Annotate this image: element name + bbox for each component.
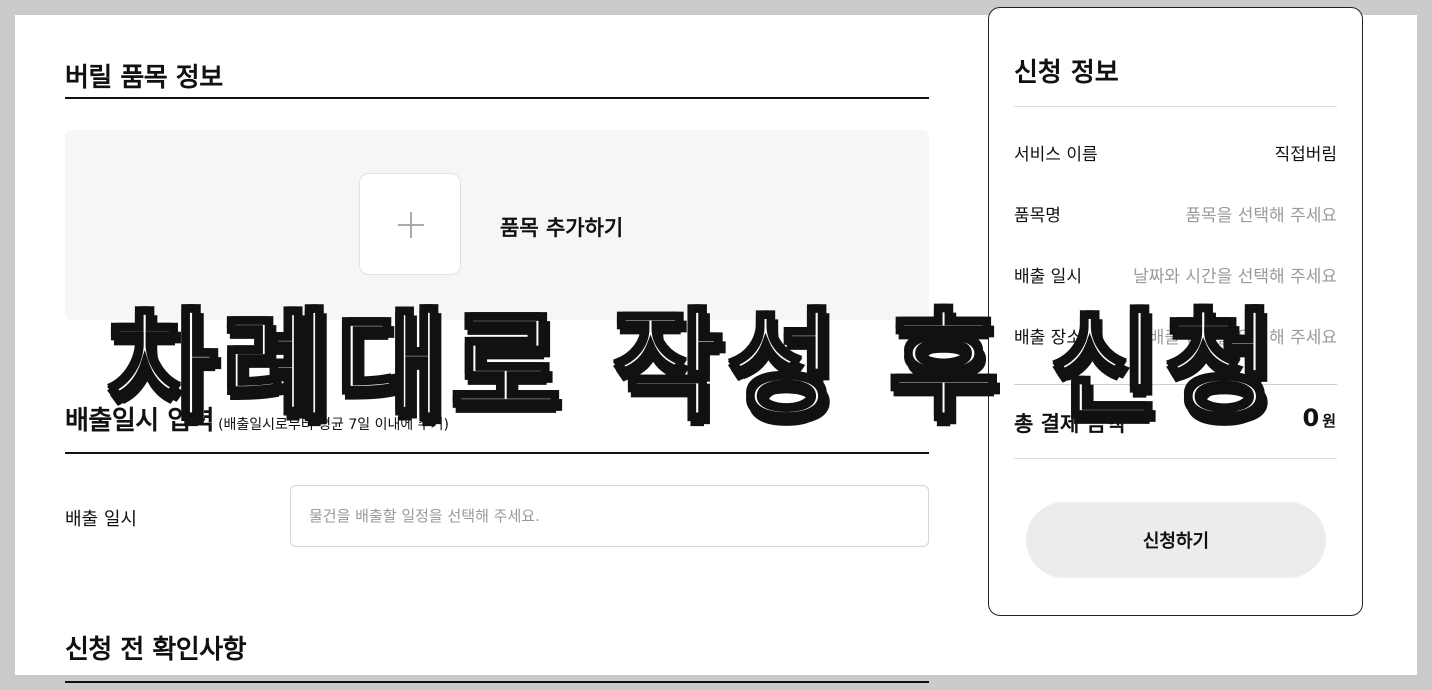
schedule-date-input[interactable]: 물건을 배출할 일정을 선택해 주세요.	[290, 485, 929, 547]
add-item-button[interactable]	[359, 173, 461, 275]
summary-row-label: 품목명	[1014, 206, 1061, 226]
panel-divider	[1014, 106, 1337, 107]
total-value: 0	[1302, 404, 1320, 432]
section-divider	[65, 97, 929, 99]
panel-divider	[1014, 458, 1337, 459]
summary-row-value: 직접버림	[1274, 145, 1337, 165]
items-section-title: 버릴 품목 정보	[65, 63, 223, 93]
confirm-section-title: 신청 전 확인사항	[65, 635, 247, 665]
total-unit: 원	[1322, 412, 1336, 430]
summary-row-label: 서비스 이름	[1014, 145, 1098, 165]
schedule-field-label: 배출 일시	[65, 509, 137, 530]
section-divider	[65, 681, 929, 683]
overlay-caption: 차례대로 작성 후 신청	[106, 295, 1281, 437]
summary-row-value: 품목을 선택해 주세요	[1185, 206, 1337, 226]
section-divider	[65, 452, 929, 454]
submit-application-button[interactable]: 신청하기	[1026, 502, 1326, 578]
add-item-label[interactable]: 품목 추가하기	[500, 212, 623, 242]
summary-title: 신청 정보	[1014, 58, 1119, 88]
total-amount: 0원	[1302, 404, 1336, 432]
